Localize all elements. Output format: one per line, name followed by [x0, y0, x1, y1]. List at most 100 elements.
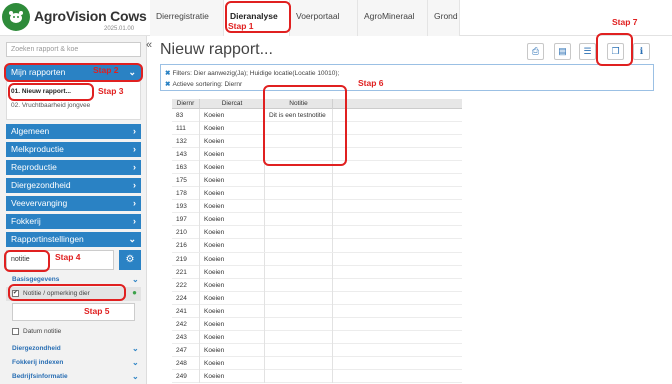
table-row[interactable]: 193 Koeien: [172, 200, 462, 214]
cell-notitie: [265, 278, 333, 292]
cell-diernr: 178: [172, 187, 200, 201]
remove-filter-icon[interactable]: ✖: [165, 70, 170, 77]
table-row[interactable]: 175 Koeien: [172, 174, 462, 188]
cell-empty: [333, 253, 462, 266]
cell-diercat: Koeien: [200, 213, 265, 227]
info-button[interactable]: ℹ: [633, 43, 650, 60]
info-icon: ℹ: [639, 46, 644, 56]
tab-grond[interactable]: Grond: [428, 0, 460, 36]
report-search-input[interactable]: Zoeken rapport & koe: [6, 42, 141, 57]
section-fokkerij-indexen[interactable]: Fokkerij indexen ⌄: [12, 358, 139, 367]
nav-diergezondheid[interactable]: Diergezondheid ›: [6, 178, 141, 193]
table-row[interactable]: 221 Koeien: [172, 265, 462, 279]
step-label-7: Stap 7: [612, 17, 638, 27]
cell-empty: [333, 213, 462, 226]
nav-label: Diergezondheid: [11, 180, 71, 190]
cell-diernr: 193: [172, 200, 200, 214]
cell-empty: [333, 200, 462, 213]
remove-sort-icon[interactable]: ✖: [165, 81, 170, 88]
tab-voerportaal[interactable]: Voerportaal: [290, 0, 358, 36]
cell-diernr: 143: [172, 148, 200, 162]
nav-reproductie[interactable]: Reproductie ›: [6, 160, 141, 175]
table-row[interactable]: 243 Koeien: [172, 330, 462, 344]
cell-notitie: [265, 330, 333, 344]
table-row[interactable]: 241 Koeien: [172, 304, 462, 318]
nav-melkproductie[interactable]: Melkproductie ›: [6, 142, 141, 157]
cell-diernr: 132: [172, 135, 200, 149]
print-button[interactable]: ⎙: [527, 43, 544, 60]
table-row[interactable]: 224 Koeien: [172, 291, 462, 305]
print-icon: ⎙: [531, 46, 540, 56]
table-row[interactable]: 222 Koeien: [172, 278, 462, 292]
field-options-box: [12, 303, 135, 321]
cell-diernr: 247: [172, 343, 200, 357]
gear-icon: ⚙: [125, 254, 135, 265]
table-row[interactable]: 197 Koeien: [172, 213, 462, 227]
cell-diernr: 111: [172, 122, 200, 136]
export-excel-button[interactable]: ▤: [554, 43, 571, 60]
table-row[interactable]: 247 Koeien: [172, 343, 462, 357]
step-label-3: Stap 3: [98, 86, 124, 96]
cell-empty: [333, 266, 462, 279]
table-row[interactable]: 219 Koeien: [172, 252, 462, 266]
checkbox-icon[interactable]: [12, 328, 19, 335]
tab-dierregistratie[interactable]: Dierregistratie: [150, 0, 224, 36]
cell-notitie: [265, 291, 333, 305]
table-row[interactable]: 242 Koeien: [172, 317, 462, 331]
columns-button[interactable]: ☰: [579, 43, 596, 60]
tab-agromineraal[interactable]: AgroMineraal: [358, 0, 428, 36]
cell-empty: [333, 239, 462, 252]
cell-diernr: 242: [172, 317, 200, 331]
cell-diernr: 248: [172, 356, 200, 370]
cell-diernr: 216: [172, 239, 200, 253]
chevron-down-icon: ⌄: [132, 275, 139, 284]
cell-diercat: Koeien: [200, 226, 265, 240]
cow-logo-icon: [2, 3, 30, 31]
section-diergezondheid[interactable]: Diergezondheid ⌄: [12, 344, 139, 353]
collapse-sidebar-icon[interactable]: «: [146, 39, 152, 51]
section-basisgegevens[interactable]: Basisgegevens ⌄: [12, 275, 139, 284]
table-row[interactable]: 210 Koeien: [172, 226, 462, 240]
settings-button[interactable]: ⚙: [119, 250, 141, 270]
table-row[interactable]: 249 Koeien: [172, 369, 462, 383]
report-item-vruchtbaarheid[interactable]: 02. Vruchtbaarheid jongvee: [11, 102, 90, 109]
cell-empty: [333, 305, 462, 318]
page-title: Nieuw rapport...: [160, 41, 273, 58]
annotation-box-step4: [4, 250, 50, 272]
nav-fokkerij[interactable]: Fokkerij ›: [6, 214, 141, 229]
annotation-box-step6: [263, 85, 347, 166]
nav-veevervanging[interactable]: Veevervanging ›: [6, 196, 141, 211]
table-row[interactable]: 178 Koeien: [172, 187, 462, 201]
nav-algemeen[interactable]: Algemeen ›: [6, 124, 141, 139]
chevron-down-icon: ⌄: [132, 358, 139, 367]
cell-notitie: [265, 265, 333, 279]
cell-diernr: 249: [172, 369, 200, 383]
chevron-right-icon: ›: [133, 180, 136, 190]
cell-empty: [333, 331, 462, 344]
cell-diercat: Koeien: [200, 317, 265, 331]
table-row[interactable]: 248 Koeien: [172, 356, 462, 370]
cell-notitie: [265, 304, 333, 318]
cell-notitie: [265, 369, 333, 383]
field-datum-notitie[interactable]: Datum notitie: [6, 325, 141, 339]
nav-label: Rapportinstellingen: [11, 234, 84, 244]
cell-empty: [333, 135, 462, 148]
cell-diercat: Koeien: [200, 291, 265, 305]
nav-rapportinstellingen[interactable]: Rapportinstellingen ⌄: [6, 232, 141, 247]
app-logo[interactable]: AgroVision Cows 2025.01.00: [2, 3, 150, 33]
cell-empty: [333, 318, 462, 331]
table-row[interactable]: 216 Koeien: [172, 239, 462, 253]
cell-diernr: 175: [172, 174, 200, 188]
cell-empty: [333, 279, 462, 292]
cell-diernr: 163: [172, 161, 200, 175]
eye-icon[interactable]: ●: [132, 288, 137, 297]
cell-diercat: Koeien: [200, 343, 265, 357]
section-label: Basisgegevens: [12, 276, 60, 283]
cell-notitie: [265, 252, 333, 266]
section-bedrijfsinformatie[interactable]: Bedrijfsinformatie ⌄: [12, 372, 139, 381]
cell-diernr: 222: [172, 278, 200, 292]
column-header-diercat[interactable]: Diercat: [200, 99, 265, 109]
column-header-diernr[interactable]: Diernr: [172, 99, 200, 109]
cell-diernr: 243: [172, 330, 200, 344]
cell-empty: [333, 226, 462, 239]
